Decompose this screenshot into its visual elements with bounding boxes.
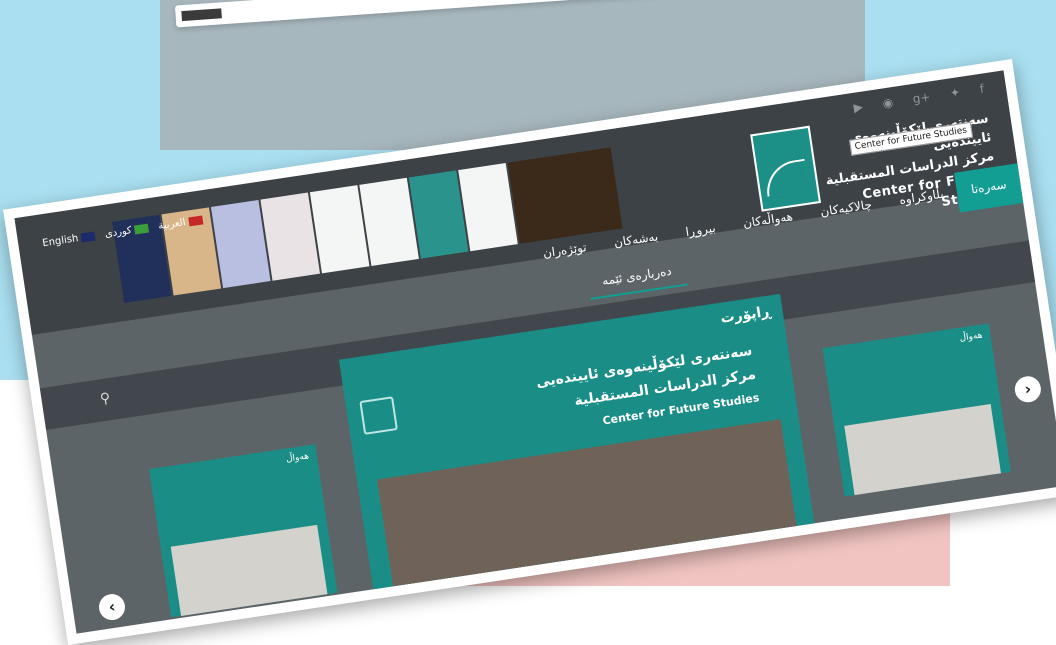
featured-section-title: ڕاپۆرت bbox=[719, 303, 772, 327]
chevron-right-icon: › bbox=[1023, 378, 1033, 399]
featured-logo-icon bbox=[359, 396, 398, 435]
side-card-photo[interactable] bbox=[170, 524, 328, 616]
side-news-card-left[interactable]: هەواڵ bbox=[149, 444, 338, 618]
nav-home[interactable]: سەرەتا bbox=[954, 163, 1024, 213]
chevron-left-icon: ‹ bbox=[107, 596, 117, 617]
google-plus-icon[interactable]: g+ bbox=[912, 90, 932, 106]
iraq-flag-icon bbox=[187, 215, 203, 226]
nav-opinion[interactable]: بیروڕا bbox=[669, 207, 732, 255]
rss-icon[interactable]: ◉ bbox=[882, 95, 894, 110]
featured-photo[interactable] bbox=[377, 419, 807, 634]
side-card-caption: هەواڵ bbox=[285, 451, 310, 465]
facebook-icon[interactable]: f bbox=[979, 82, 985, 96]
carousel-next-button[interactable]: › bbox=[1013, 374, 1043, 405]
logo-rays-icon bbox=[762, 158, 810, 197]
carousel-prev-button[interactable]: ‹ bbox=[97, 592, 127, 622]
side-card-photo[interactable] bbox=[844, 403, 1001, 496]
side-card-caption: هەواڵ bbox=[958, 330, 984, 344]
twitter-icon[interactable]: ✦ bbox=[949, 85, 961, 100]
side-news-card-right[interactable]: هەواڵ bbox=[822, 323, 1011, 497]
lang-english[interactable]: English bbox=[42, 231, 96, 249]
youtube-icon[interactable]: ▶ bbox=[853, 100, 864, 115]
kurdistan-flag-icon bbox=[133, 223, 150, 235]
search-icon[interactable]: ⚲ bbox=[99, 390, 112, 407]
uk-flag-icon bbox=[80, 231, 96, 243]
social-links: ▶ ◉ g+ ✦ f bbox=[853, 82, 985, 115]
